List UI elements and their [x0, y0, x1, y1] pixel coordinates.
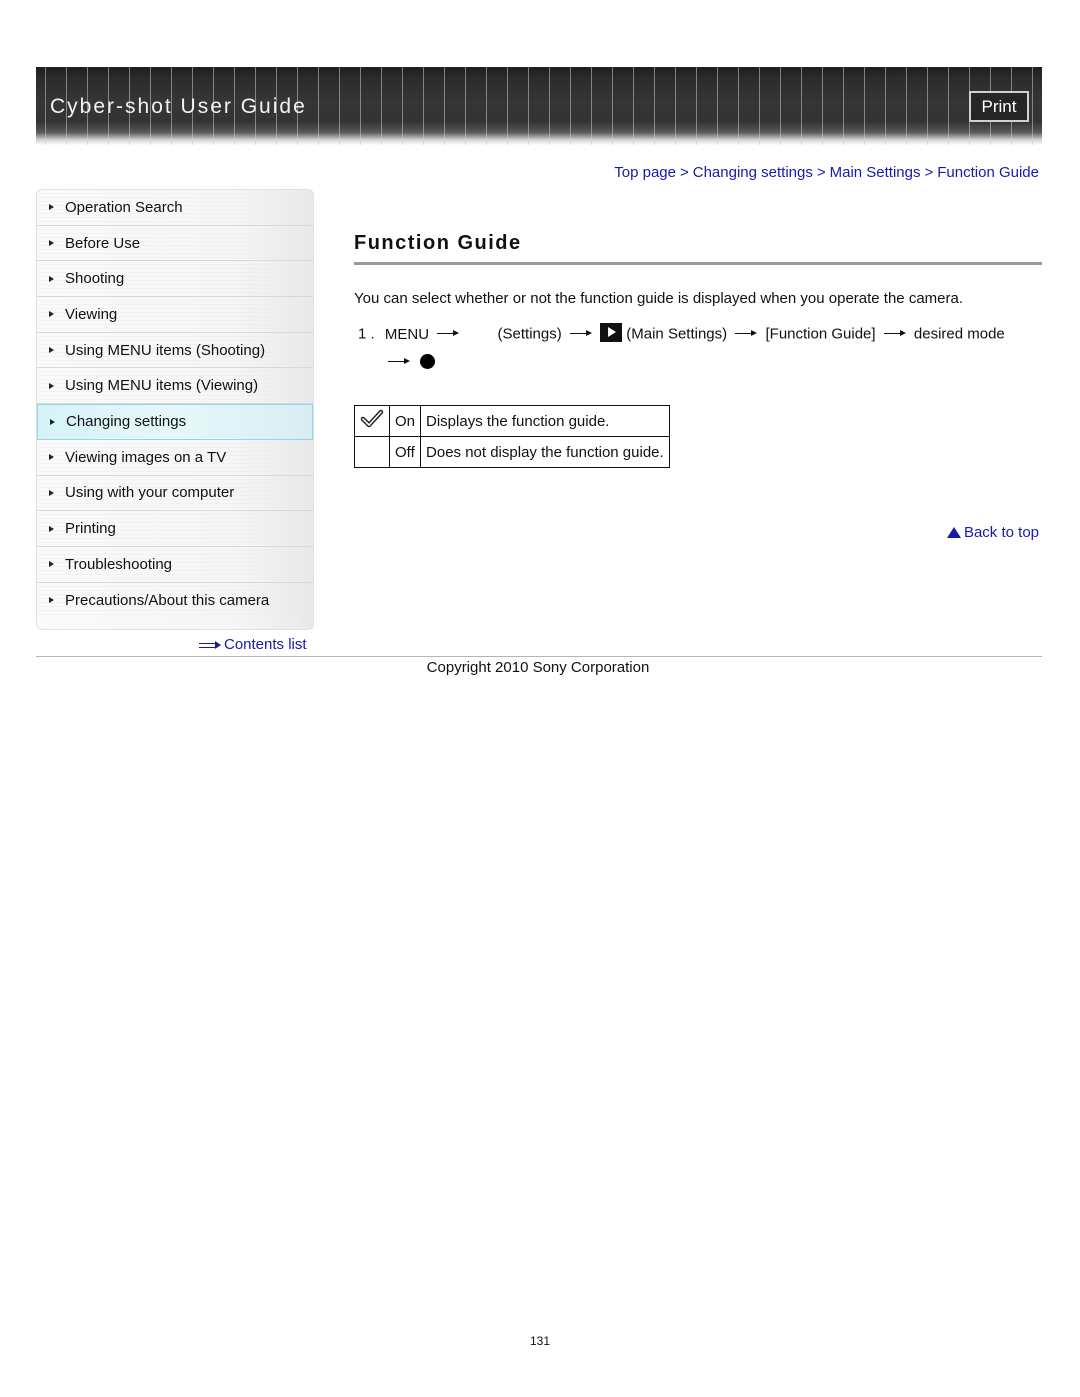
sidebar-item-precautions[interactable]: Precautions/About this camera — [37, 582, 313, 619]
back-to-top-link[interactable]: Back to top — [946, 524, 1039, 541]
breadcrumb-changing-settings[interactable]: Changing settings — [693, 164, 813, 181]
sidebar-item-before-use[interactable]: Before Use — [37, 225, 313, 262]
sidebar-item-label: Printing — [65, 520, 116, 538]
page-title: Function Guide — [354, 232, 522, 254]
play-icon — [600, 322, 623, 342]
sidebar-item-menu-viewing[interactable]: Using MENU items (Viewing) — [37, 368, 313, 405]
back-to-top-label: Back to top — [963, 524, 1039, 541]
sidebar-item-label: Changing settings — [66, 413, 187, 431]
sidebar-item-label: Before Use — [65, 234, 141, 252]
header-banner: Cyber-shot User Guide Print — [36, 67, 1042, 145]
sidebar-nav: Operation Search Before Use Shooting Vie… — [36, 189, 314, 630]
triangle-right-icon — [49, 561, 54, 568]
intro-text: You can select whether or not the functi… — [354, 290, 964, 307]
breadcrumb-top-page[interactable]: Top page — [614, 164, 676, 181]
main-settings-text: (Main Settings) — [626, 325, 728, 343]
sidebar-item-label: Using MENU items (Viewing) — [65, 377, 259, 395]
sidebar-item-label: Using with your computer — [65, 484, 235, 502]
triangle-right-icon — [49, 597, 54, 604]
sidebar-item-label: Precautions/About this camera — [65, 591, 270, 609]
option-description: Does not display the function guide. — [420, 436, 670, 468]
sidebar-item-changing-settings[interactable]: Changing settings — [37, 404, 313, 440]
sidebar-item-label: Operation Search — [65, 198, 183, 216]
menu-text: MENU — [384, 325, 430, 343]
table-row: Off Does not display the function guide. — [354, 436, 670, 468]
contents-list-link[interactable]: Contents list — [199, 636, 307, 653]
sidebar-item-label: Viewing images on a TV — [65, 448, 227, 466]
sidebar-item-operation-search[interactable]: Operation Search — [37, 190, 313, 226]
breadcrumb: Top page > Changing settings > Main Settings… — [614, 164, 1039, 181]
sidebar-item-label: Troubleshooting — [65, 555, 173, 573]
options-table: On Displays the function guide. Off Does… — [354, 405, 670, 468]
double-arrow-right-icon — [199, 640, 221, 650]
settings-text: (Settings) — [497, 325, 562, 343]
option-name: On — [388, 405, 422, 437]
checkmark-icon — [360, 409, 384, 428]
title-divider — [354, 262, 1042, 265]
procedure-step: 1 . MENU (Settings) (Main Settings) [Fun… — [358, 320, 1042, 375]
arrow-right-icon — [735, 329, 758, 339]
sidebar-item-shooting[interactable]: Shooting — [37, 261, 313, 298]
triangle-right-icon — [49, 525, 54, 532]
page-number: 131 — [529, 1334, 551, 1348]
sidebar-item-label: Using MENU items (Shooting) — [65, 341, 266, 359]
sidebar-item-label: Viewing — [65, 305, 118, 323]
table-row: On Displays the function guide. — [354, 405, 670, 437]
arrow-right-icon — [437, 329, 460, 339]
breadcrumb-separator: > — [816, 164, 826, 181]
default-indicator-cell — [354, 405, 390, 437]
arrow-right-icon — [569, 329, 592, 339]
sidebar-item-printing[interactable]: Printing — [37, 511, 313, 547]
sidebar-item-viewing[interactable]: Viewing — [37, 297, 313, 333]
desired-mode-text: desired mode — [913, 325, 1005, 343]
copyright-text: Copyright 2010 Sony Corporation — [426, 659, 650, 676]
option-description: Displays the function guide. — [420, 405, 670, 437]
triangle-right-icon — [49, 275, 54, 282]
print-button[interactable]: Print — [969, 91, 1029, 122]
footer-divider — [36, 656, 1042, 657]
sidebar-item-viewing-tv[interactable]: Viewing images on a TV — [37, 439, 313, 476]
triangle-right-icon — [49, 454, 54, 461]
breadcrumb-separator: > — [924, 164, 934, 181]
step-number: 1 . — [358, 325, 375, 343]
arrow-right-icon — [388, 357, 410, 367]
triangle-up-icon — [946, 527, 961, 538]
breadcrumb-function-guide[interactable]: Function Guide — [937, 164, 1039, 181]
sidebar-item-troubleshooting[interactable]: Troubleshooting — [37, 546, 313, 583]
breadcrumb-main-settings[interactable]: Main Settings — [830, 164, 921, 181]
sidebar-item-computer[interactable]: Using with your computer — [37, 475, 313, 512]
triangle-right-icon — [49, 204, 54, 211]
sidebar-item-menu-shooting[interactable]: Using MENU items (Shooting) — [37, 332, 313, 369]
ok-dot-icon — [420, 354, 435, 370]
function-guide-text: [Function Guide] — [765, 325, 876, 343]
contents-list-label: Contents list — [224, 636, 307, 653]
sidebar-item-label: Shooting — [65, 270, 125, 288]
arrow-right-icon — [883, 329, 906, 339]
triangle-right-icon — [49, 347, 54, 354]
guide-title: Cyber-shot User Guide — [50, 95, 307, 118]
triangle-right-icon — [49, 489, 54, 496]
triangle-right-icon — [49, 240, 54, 247]
triangle-right-icon — [49, 311, 54, 318]
triangle-right-icon — [50, 418, 55, 425]
breadcrumb-separator: > — [679, 164, 689, 181]
triangle-right-icon — [49, 382, 54, 389]
default-indicator-cell — [354, 436, 390, 468]
option-name: Off — [388, 436, 422, 468]
